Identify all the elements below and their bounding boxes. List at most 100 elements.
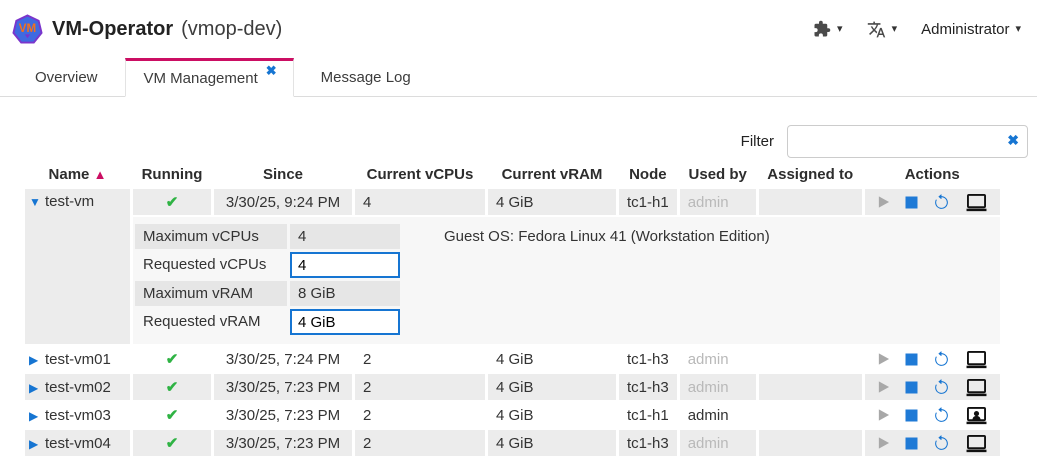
- since-value: 3/30/25, 7:23 PM: [214, 402, 352, 428]
- close-icon[interactable]: ✖: [266, 63, 277, 79]
- used-by-value: admin: [680, 374, 756, 400]
- expand-row-icon[interactable]: ▶: [29, 409, 45, 423]
- console-button[interactable]: [965, 350, 988, 369]
- vm-detail-panel: Maximum vCPUs 4 Requested vCPUs Maximum …: [135, 224, 990, 335]
- stop-button[interactable]: [905, 353, 918, 366]
- tab-label: Overview: [35, 69, 98, 86]
- start-button[interactable]: [877, 408, 890, 422]
- assigned-to-value: [759, 374, 862, 400]
- app-header: VM VM-Operator (vmop-dev) ▾ ▾ Administra…: [0, 0, 1037, 58]
- start-button[interactable]: [877, 195, 890, 209]
- vram-value: 4 GiB: [488, 346, 616, 372]
- vcpus-value: 2: [355, 402, 485, 428]
- vm-name: test-vm02: [45, 379, 111, 396]
- property-value: 4: [290, 224, 400, 249]
- running-check-icon: ✔: [166, 407, 179, 424]
- vcpus-value: 2: [355, 346, 485, 372]
- property-label: Maximum vCPUs: [135, 224, 287, 249]
- plugin-menu[interactable]: ▾: [813, 20, 843, 38]
- expand-row-icon[interactable]: ▶: [29, 353, 45, 367]
- language-icon: [867, 20, 886, 39]
- console-button[interactable]: [965, 378, 988, 397]
- actions-cell: [873, 193, 992, 212]
- column-header-node[interactable]: Node: [619, 161, 677, 187]
- column-header-since[interactable]: Since: [214, 161, 352, 187]
- chevron-down-icon: ▾: [1015, 24, 1021, 35]
- console-button[interactable]: [965, 434, 988, 453]
- start-button[interactable]: [877, 352, 890, 366]
- stop-button[interactable]: [905, 196, 918, 209]
- expand-row-icon[interactable]: ▶: [29, 437, 45, 451]
- column-header-current-vram[interactable]: Current vRAM: [488, 161, 616, 187]
- console-button[interactable]: [965, 193, 988, 212]
- filter-label: Filter: [741, 133, 774, 150]
- vram-value: 4 GiB: [488, 374, 616, 400]
- table-header-row: Name ▲ Running Since Current vCPUs Curre…: [25, 161, 1000, 187]
- running-check-icon: ✔: [166, 379, 179, 396]
- chevron-down-icon: ▾: [837, 24, 843, 35]
- vram-value: 4 GiB: [488, 430, 616, 456]
- stop-button[interactable]: [905, 409, 918, 422]
- tab-vm-management[interactable]: VM Management ✖: [125, 58, 294, 97]
- node-value: tc1-h3: [619, 346, 677, 372]
- language-menu[interactable]: ▾: [867, 20, 898, 39]
- running-check-icon: ✔: [166, 351, 179, 368]
- app-subtitle: (vmop-dev): [181, 18, 282, 41]
- reset-button[interactable]: [933, 194, 950, 211]
- since-value: 3/30/25, 7:23 PM: [214, 374, 352, 400]
- vm-operator-logo-icon: VM: [12, 14, 43, 45]
- property-label: Requested vCPUs: [135, 252, 287, 277]
- property-label: Maximum vRAM: [135, 281, 287, 306]
- used-by-value: admin: [680, 346, 756, 372]
- table-row: ▶test-vm02 ✔ 3/30/25, 7:23 PM 2 4 GiB tc…: [25, 374, 1000, 400]
- actions-cell: [873, 378, 992, 397]
- console-in-use-button[interactable]: [965, 406, 988, 425]
- column-header-actions: Actions: [865, 161, 1000, 187]
- node-value: tc1-h1: [619, 189, 677, 215]
- since-value: 3/30/25, 7:24 PM: [214, 346, 352, 372]
- tab-label: Message Log: [321, 69, 411, 86]
- column-header-assigned-to[interactable]: Assigned to: [759, 161, 862, 187]
- sort-ascending-icon: ▲: [94, 167, 107, 182]
- plugin-icon: [813, 20, 831, 38]
- reset-button[interactable]: [933, 379, 950, 396]
- column-header-current-vcpus[interactable]: Current vCPUs: [355, 161, 485, 187]
- expand-row-icon[interactable]: ▶: [29, 381, 45, 395]
- detail-row: Maximum vCPUs 4 Requested vCPUs Maximum …: [25, 217, 1000, 344]
- actions-cell: [873, 406, 992, 425]
- stop-button[interactable]: [905, 381, 918, 394]
- requested-vram-input[interactable]: [290, 309, 400, 335]
- actions-cell: [873, 350, 992, 369]
- actions-cell: [873, 434, 992, 453]
- vm-name: test-vm04: [45, 435, 111, 452]
- column-header-running[interactable]: Running: [133, 161, 211, 187]
- table-row: ▶test-vm03 ✔ 3/30/25, 7:23 PM 2 4 GiB tc…: [25, 402, 1000, 428]
- vcpus-value: 4: [355, 189, 485, 215]
- running-check-icon: ✔: [166, 194, 179, 211]
- vram-value: 4 GiB: [488, 402, 616, 428]
- tab-message-log[interactable]: Message Log: [294, 58, 438, 96]
- tab-overview[interactable]: Overview: [8, 58, 125, 96]
- vm-name: test-vm: [45, 193, 94, 210]
- start-button[interactable]: [877, 380, 890, 394]
- node-value: tc1-h3: [619, 430, 677, 456]
- reset-button[interactable]: [933, 407, 950, 424]
- collapse-row-icon[interactable]: ▼: [29, 195, 45, 209]
- running-check-icon: ✔: [166, 435, 179, 452]
- start-button[interactable]: [877, 436, 890, 450]
- assigned-to-value: [759, 346, 862, 372]
- reset-button[interactable]: [933, 435, 950, 452]
- column-label: Name: [49, 166, 90, 183]
- stop-button[interactable]: [905, 437, 918, 450]
- reset-button[interactable]: [933, 351, 950, 368]
- clear-filter-icon[interactable]: ✖: [1007, 132, 1019, 149]
- column-header-name[interactable]: Name ▲: [25, 161, 130, 187]
- requested-vcpus-input[interactable]: [290, 252, 400, 278]
- tab-label: VM Management: [144, 70, 258, 87]
- since-value: 3/30/25, 9:24 PM: [214, 189, 352, 215]
- chevron-down-icon: ▾: [892, 24, 898, 35]
- filter-input[interactable]: [787, 125, 1028, 158]
- vm-table: Name ▲ Running Since Current vCPUs Curre…: [22, 159, 1003, 458]
- user-menu[interactable]: Administrator ▾: [921, 21, 1021, 38]
- column-header-used-by[interactable]: Used by: [680, 161, 756, 187]
